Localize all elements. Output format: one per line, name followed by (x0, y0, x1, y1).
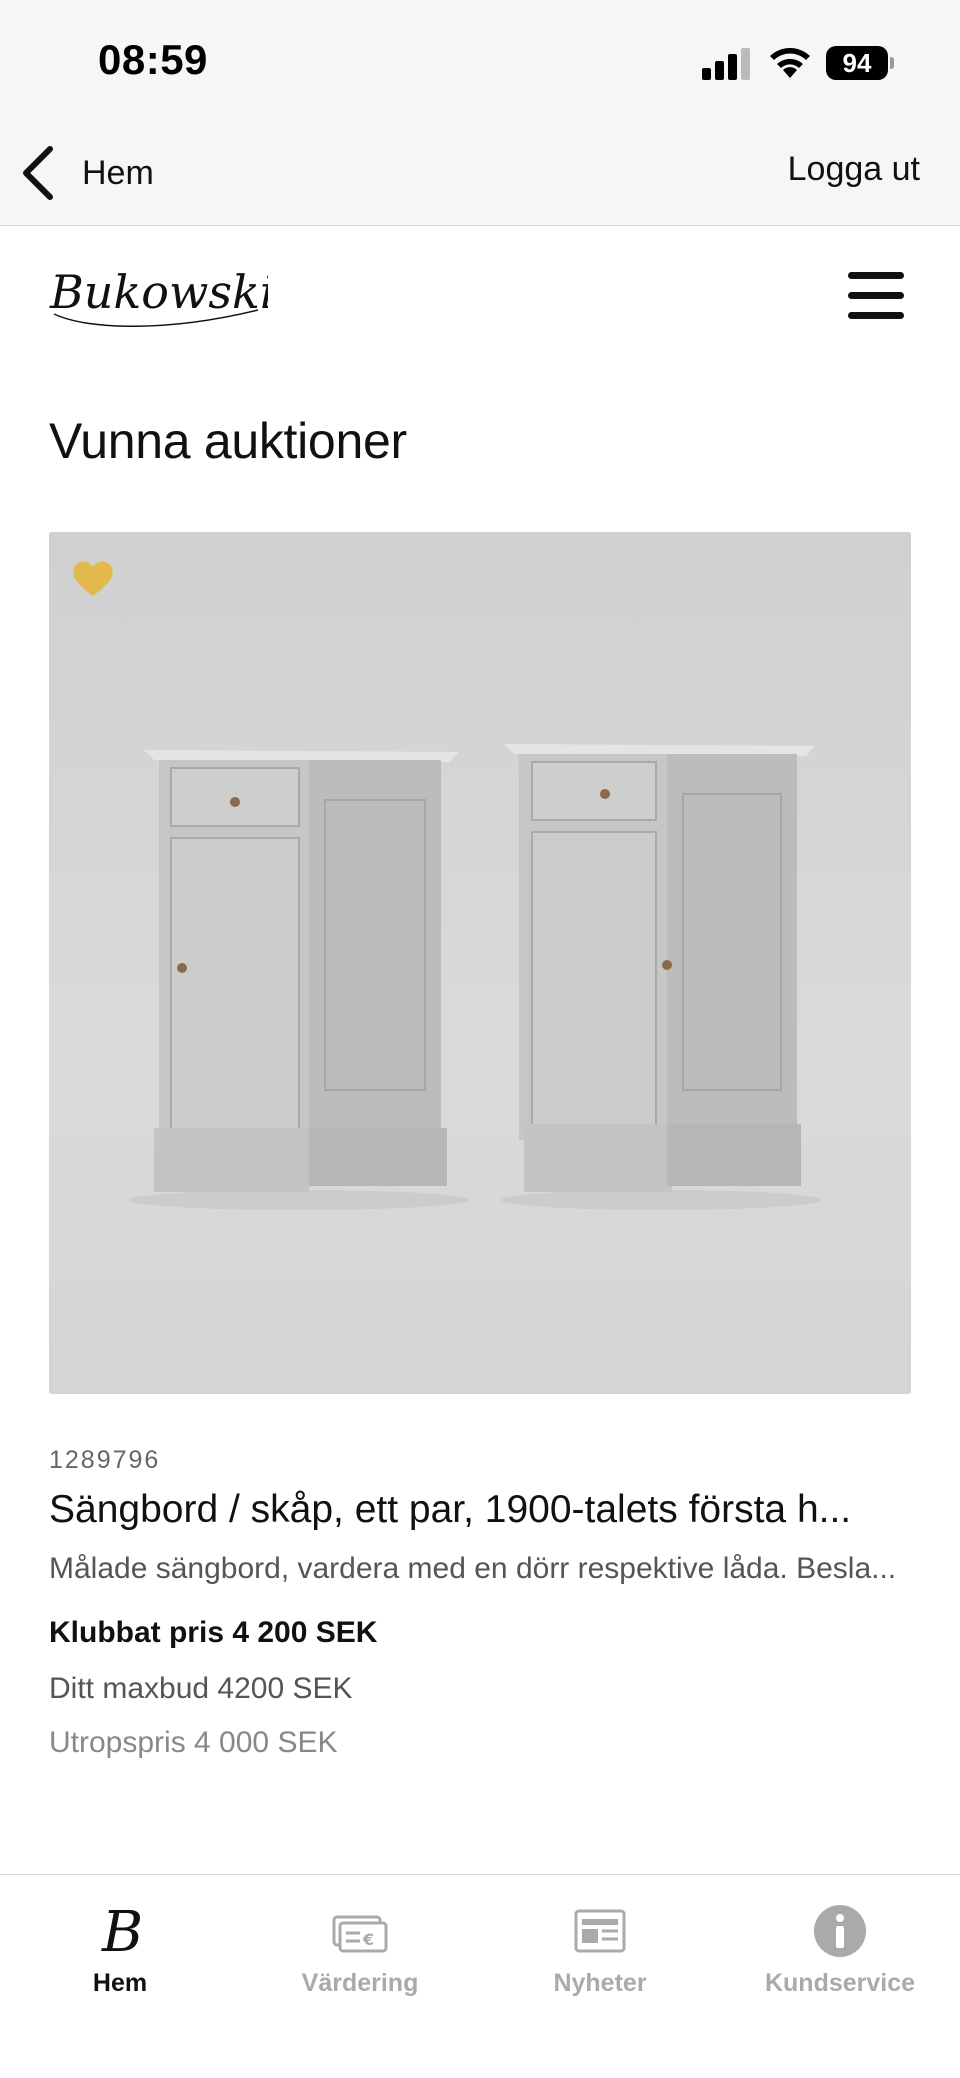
chevron-left-icon (23, 146, 53, 200)
battery-icon: 94 (826, 46, 894, 80)
tab-news[interactable]: Nyheter (480, 1887, 720, 2007)
valuation-icon: € (332, 1915, 388, 1953)
status-time: 08:59 (98, 36, 208, 83)
hamburger-menu-icon[interactable] (848, 272, 904, 322)
info-icon (814, 1905, 866, 1957)
bottom-tab-bar: B Hem € Värdering Nyheter Kundservice (0, 1874, 960, 2078)
battery-level: 94 (826, 46, 888, 80)
bukowskis-logo[interactable]: Bukowskis (48, 250, 268, 340)
wifi-icon (770, 48, 810, 78)
tab-valuation[interactable]: € Värdering (240, 1887, 480, 2007)
navigation-bar: Hem Logga ut (0, 120, 960, 226)
lot-image[interactable] (49, 532, 911, 1394)
tab-valuation-label: Värdering (301, 1969, 419, 1997)
heart-icon[interactable] (71, 558, 115, 598)
tab-customer-service[interactable]: Kundservice (720, 1887, 960, 2007)
lot-title[interactable]: Sängbord / skåp, ett par, 1900-talets fö… (49, 1488, 911, 1532)
tab-customer-service-label: Kundservice (764, 1969, 916, 1997)
tab-home-label: Hem (92, 1969, 148, 1997)
svg-text:€: € (362, 1930, 374, 1949)
hammer-price: Klubbat pris 4 200 SEK (49, 1616, 378, 1649)
lot-number: 1289796 (49, 1446, 161, 1474)
back-button[interactable]: Hem (18, 138, 154, 208)
svg-text:B: B (101, 1901, 143, 1961)
tab-home[interactable]: B Hem (0, 1887, 240, 2007)
home-logo-icon: B (101, 1901, 143, 1961)
back-label: Hem (82, 153, 154, 192)
max-bid: Ditt maxbud 4200 SEK (49, 1672, 353, 1705)
svg-text:Bukowskis: Bukowskis (49, 265, 268, 319)
logout-button[interactable]: Logga ut (788, 150, 920, 189)
estimate-price: Utropspris 4 000 SEK (49, 1726, 338, 1759)
tab-news-label: Nyheter (553, 1969, 647, 1997)
lot-description: Målade sängbord, vardera med en dörr res… (49, 1552, 897, 1585)
cellular-signal-icon (702, 48, 750, 80)
news-icon (574, 1909, 626, 1953)
nightstands-photo (49, 532, 911, 1394)
page-title: Vunna auktioner (49, 413, 407, 469)
status-bar: 08:59 94 (0, 0, 960, 120)
